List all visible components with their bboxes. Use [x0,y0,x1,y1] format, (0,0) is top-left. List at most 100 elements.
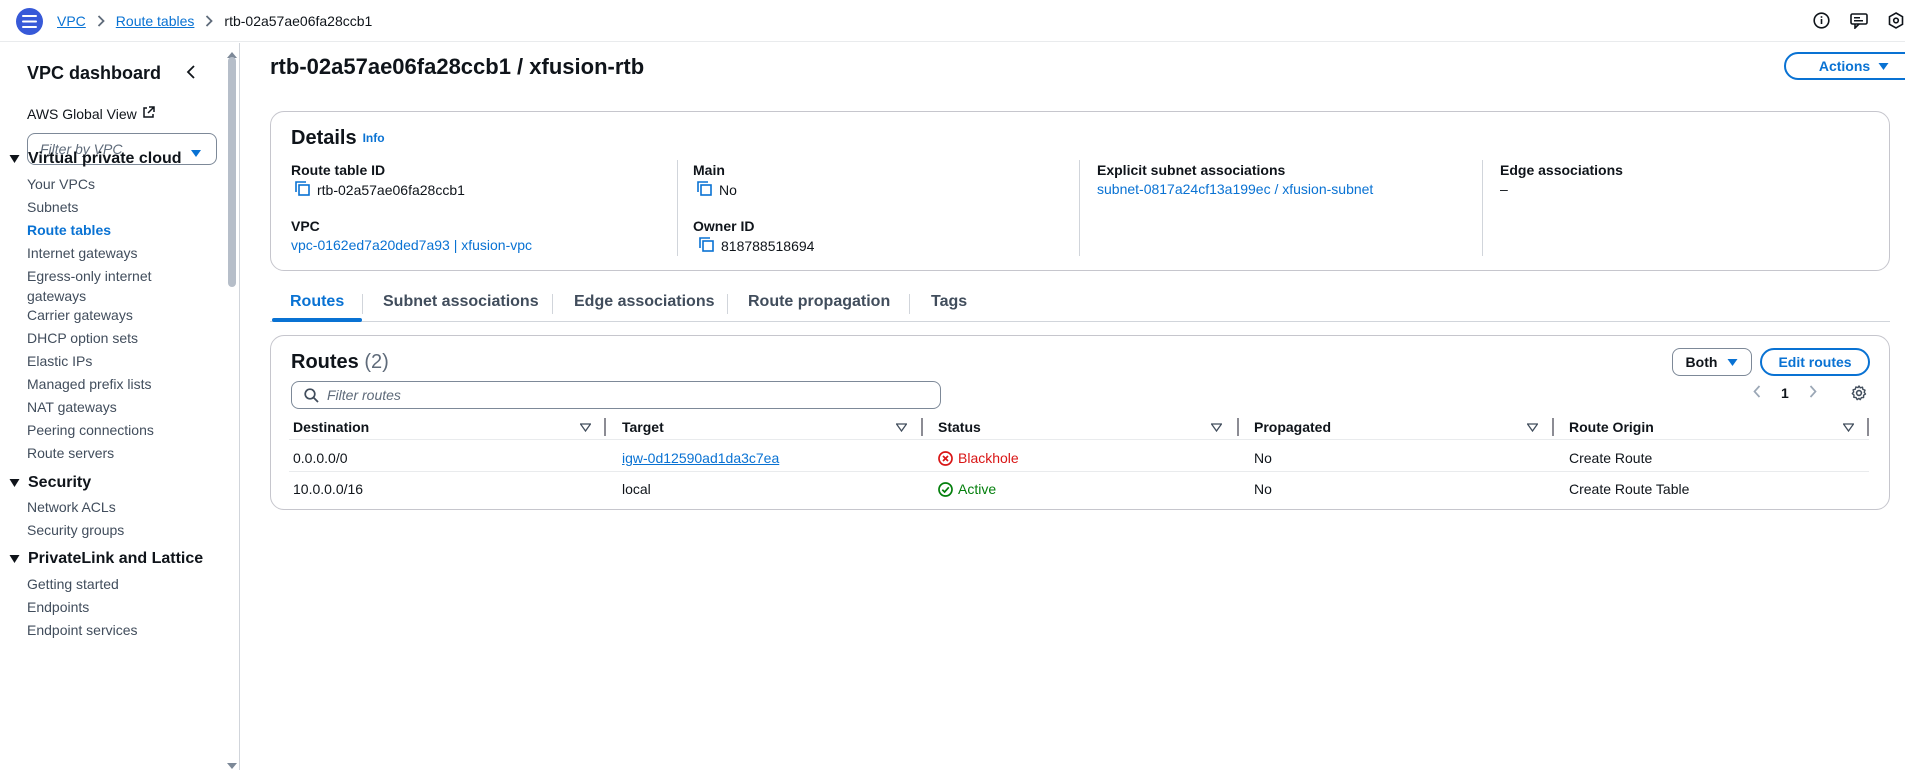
both-filter-dropdown[interactable]: Both [1672,348,1752,376]
column-divider [677,160,678,256]
feedback-icon[interactable] [1849,11,1868,30]
column-resizer[interactable] [1867,418,1869,436]
column-resizer[interactable] [1237,418,1239,436]
tab-routes[interactable]: Routes [290,293,344,311]
both-filter-label: Both [1685,354,1718,370]
copy-icon[interactable] [699,237,714,255]
vpc-label: VPC [291,218,320,234]
copy-icon[interactable] [697,181,712,199]
cell-status: Active [938,481,996,497]
column-resizer[interactable] [921,418,923,436]
vpc-value: vpc-0162ed7a20ded7a93 | xfusion-vpc [291,237,532,253]
explicit-subnet-link[interactable]: subnet-0817a24cf13a199ec / xfusion-subne… [1097,181,1373,197]
sort-caret-icon[interactable] [1211,423,1222,432]
menu-icon[interactable] [16,8,43,35]
sidebar-item-endpoint-services[interactable]: Endpoint services [27,620,138,640]
sidebar-item-dhcp-option-sets[interactable]: DHCP option sets [27,328,138,348]
owner-id-text: 818788518694 [721,238,815,254]
top-navigation-bar: VPC Route tables rtb-02a57ae06fa28ccb1 [0,0,1905,42]
sidebar-item-getting-started[interactable]: Getting started [27,574,119,594]
sort-caret-icon[interactable] [580,423,591,432]
column-divider [1482,160,1483,256]
explicit-subnet-label: Explicit subnet associations [1097,162,1286,178]
routes-count: (2) [364,351,389,373]
settings-hex-icon[interactable] [1886,11,1905,30]
tab-edge-associations[interactable]: Edge associations [574,293,715,311]
sidebar-section-label: PrivateLink and Lattice [28,550,204,567]
chevron-right-icon[interactable] [1809,385,1817,401]
column-header-status[interactable]: Status [938,419,981,435]
sidebar-section-label: Security [28,474,92,491]
tab-bar: Routes Subnet associations Edge associat… [270,286,1890,322]
table-divider [289,439,1869,440]
sidebar-item-nat-gateways[interactable]: NAT gateways [27,397,117,417]
cell-status: Blackhole [938,450,1019,466]
target-link[interactable]: igw-0d12590ad1da3c7ea [622,450,779,466]
tab-route-propagation[interactable]: Route propagation [748,293,890,311]
column-resizer[interactable] [604,418,606,436]
route-table-id-label: Route table ID [291,162,386,178]
sidebar: VPC dashboard AWS Global View Filter by … [0,43,240,770]
details-title: Details Info [291,127,385,150]
column-header-destination[interactable]: Destination [293,419,369,435]
owner-id-value: 818788518694 [699,237,814,255]
tab-tags[interactable]: Tags [931,293,967,311]
sidebar-item-peering-connections[interactable]: Peering connections [27,420,154,440]
info-link[interactable]: Info [363,131,385,145]
sidebar-item-route-servers[interactable]: Route servers [27,443,114,463]
info-icon[interactable] [1812,11,1831,30]
sidebar-scrollbar-thumb[interactable] [228,57,236,287]
sidebar-item-egress-only-gateways[interactable]: Egress-only internet gateways [27,266,167,306]
routes-title: Routes (2) [291,351,389,374]
sort-caret-icon[interactable] [896,423,907,432]
page-number[interactable]: 1 [1781,385,1789,401]
column-header-propagated[interactable]: Propagated [1254,419,1331,435]
chevron-left-icon[interactable] [186,65,196,82]
sidebar-item-global-view[interactable]: AWS Global View [27,106,155,122]
main-value: No [697,181,737,199]
sidebar-item-network-acls[interactable]: Network ACLs [27,497,116,517]
cell-target: igw-0d12590ad1da3c7ea [622,450,779,466]
sidebar-item-endpoints[interactable]: Endpoints [27,597,89,617]
caret-down-icon [190,145,202,161]
scroll-down-arrow[interactable] [227,756,237,770]
status-text: Blackhole [958,450,1019,466]
gear-icon[interactable] [1851,385,1867,404]
vpc-link[interactable]: vpc-0162ed7a20ded7a93 | xfusion-vpc [291,237,532,253]
column-header-target[interactable]: Target [622,419,664,435]
sidebar-item-internet-gateways[interactable]: Internet gateways [27,243,138,263]
tab-subnet-associations[interactable]: Subnet associations [383,293,539,311]
edit-routes-button[interactable]: Edit routes [1760,348,1870,376]
column-resizer[interactable] [1552,418,1554,436]
sidebar-section-privatelink[interactable]: PrivateLink and Lattice [9,550,203,568]
sort-caret-icon[interactable] [1527,423,1538,432]
sidebar-item-subnets[interactable]: Subnets [27,197,78,217]
sidebar-item-managed-prefix-lists[interactable]: Managed prefix lists [27,374,152,394]
sidebar-item-route-tables[interactable]: Route tables [27,220,111,240]
column-header-route-origin[interactable]: Route Origin [1569,419,1654,435]
sort-caret-icon[interactable] [1843,423,1854,432]
copy-icon[interactable] [295,181,310,199]
sidebar-section-vpc[interactable]: Virtual private cloud [9,150,182,168]
breadcrumb-route-tables[interactable]: Route tables [116,13,195,29]
caret-down-icon [1727,358,1738,366]
chevron-right-icon [97,15,105,27]
sidebar-section-security[interactable]: Security [9,474,91,492]
cell-target: local [622,481,651,497]
filter-routes-input[interactable]: Filter routes [291,381,941,409]
actions-button[interactable]: Actions [1784,52,1905,80]
routes-panel: Routes (2) Both Edit routes Filter route… [270,335,1890,510]
breadcrumb-vpc[interactable]: VPC [57,13,86,29]
owner-id-label: Owner ID [693,218,755,234]
external-link-icon [142,106,155,122]
sidebar-section-label: Virtual private cloud [28,150,182,167]
caret-down-icon [9,555,20,563]
chevron-left-icon[interactable] [1753,385,1761,401]
sidebar-item-security-groups[interactable]: Security groups [27,520,124,540]
sidebar-item-elastic-ips[interactable]: Elastic IPs [27,351,92,371]
sidebar-item-carrier-gateways[interactable]: Carrier gateways [27,305,133,325]
sidebar-item-your-vpcs[interactable]: Your VPCs [27,174,95,194]
tab-divider [362,294,363,314]
edge-associations-label: Edge associations [1500,162,1623,178]
routes-title-text: Routes [291,351,359,373]
